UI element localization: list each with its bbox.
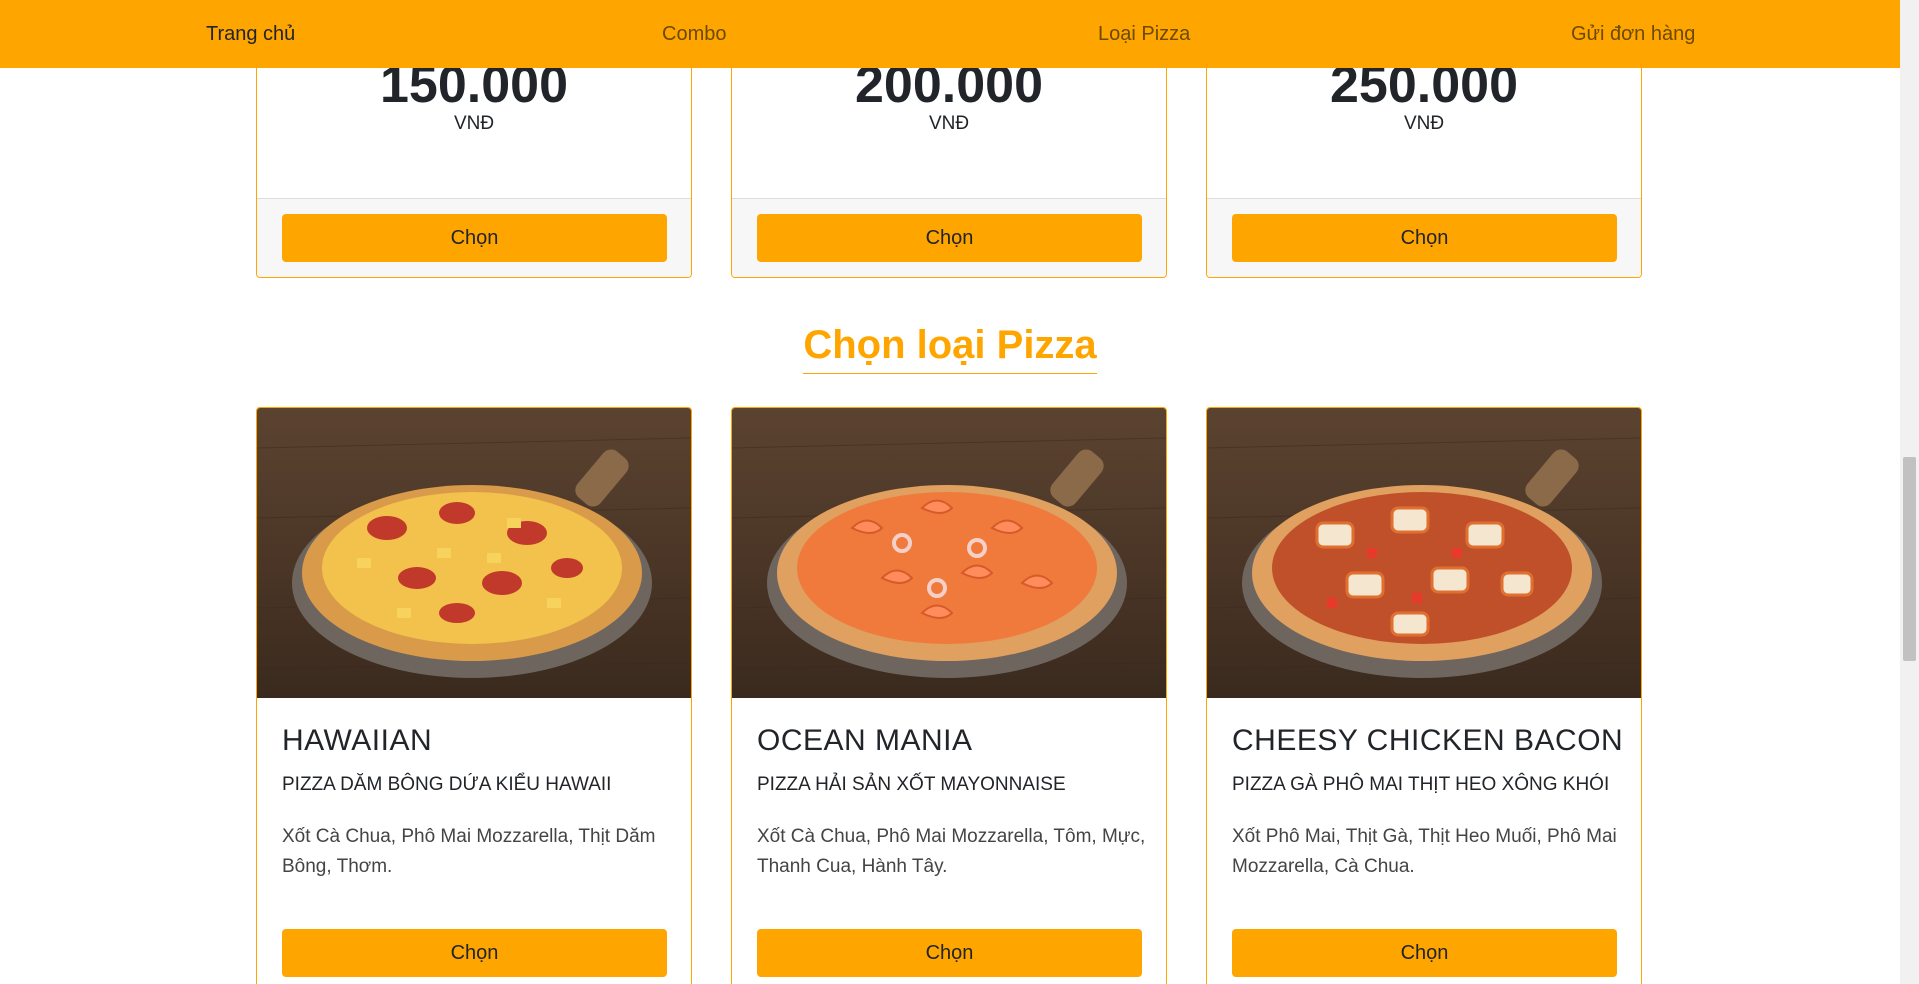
combo-currency: VNĐ [1403, 113, 1445, 134]
combo-card-footer: Chọn [732, 198, 1166, 277]
pizza-name: CHEESY CHICKEN BACON [1232, 724, 1624, 757]
pizza-card: HAWAIIAN PIZZA DĂM BÔNG DỨA KIỂU HAWAII … [256, 407, 692, 984]
combo-select-button[interactable]: Chọn [1232, 214, 1617, 262]
pizza-description: Xốt Phô Mai, Thịt Gà, Thịt Heo Muối, Phô… [1232, 826, 1617, 877]
pizza-section-title: Chọn loại Pizza [803, 325, 1097, 374]
nav-link-home[interactable]: Trang chủ [206, 0, 295, 68]
pizza-description: Xốt Cà Chua, Phô Mai Mozzarella, Thịt Dă… [282, 826, 656, 877]
pizza-select-button[interactable]: Chọn [1232, 929, 1617, 977]
pizza-subtitle: PIZZA GÀ PHÔ MAI THỊT HEO XÔNG KHÓI [1232, 774, 1610, 795]
combo-card-footer: Chọn [257, 198, 691, 277]
pizza-description: Xốt Cà Chua, Phô Mai Mozzarella, Tôm, Mự… [757, 826, 1146, 877]
nav-link-combo[interactable]: Combo [662, 0, 726, 68]
pizza-card: OCEAN MANIA PIZZA HẢI SẢN XỐT MAYONNAISE… [731, 407, 1167, 984]
pizza-cheesy-chicken-bacon-image [1207, 408, 1641, 698]
combo-currency: VNĐ [928, 113, 970, 134]
pizza-section-heading: Chọn loại Pizza [0, 325, 1900, 374]
pizza-name: HAWAIIAN [282, 724, 433, 757]
pizza-card: CHEESY CHICKEN BACON PIZZA GÀ PHÔ MAI TH… [1206, 407, 1642, 984]
pizza-select-button[interactable]: Chọn [282, 929, 667, 977]
top-navbar: Trang chủ Combo Loại Pizza Gửi đơn hàng [0, 0, 1900, 68]
combo-currency: VNĐ [453, 113, 495, 134]
pizza-subtitle: PIZZA HẢI SẢN XỐT MAYONNAISE [757, 774, 1066, 795]
pizza-select-button[interactable]: Chọn [757, 929, 1142, 977]
vertical-scrollbar[interactable] [1900, 0, 1919, 984]
scrollbar-thumb[interactable] [1903, 457, 1916, 661]
combo-select-button[interactable]: Chọn [757, 214, 1142, 262]
pizza-ocean-mania-image [732, 408, 1166, 698]
combo-card-footer: Chọn [1207, 198, 1641, 277]
page: Trang chủ Combo Loại Pizza Gửi đơn hàng … [0, 0, 1900, 984]
combo-select-button[interactable]: Chọn [282, 214, 667, 262]
pizza-name: OCEAN MANIA [757, 724, 973, 757]
pizza-subtitle: PIZZA DĂM BÔNG DỨA KIỂU HAWAII [282, 774, 612, 795]
pizza-hawaiian-image [257, 408, 691, 698]
nav-link-send-order[interactable]: Gửi đơn hàng [1571, 0, 1695, 68]
nav-link-pizza-types[interactable]: Loại Pizza [1098, 0, 1190, 68]
